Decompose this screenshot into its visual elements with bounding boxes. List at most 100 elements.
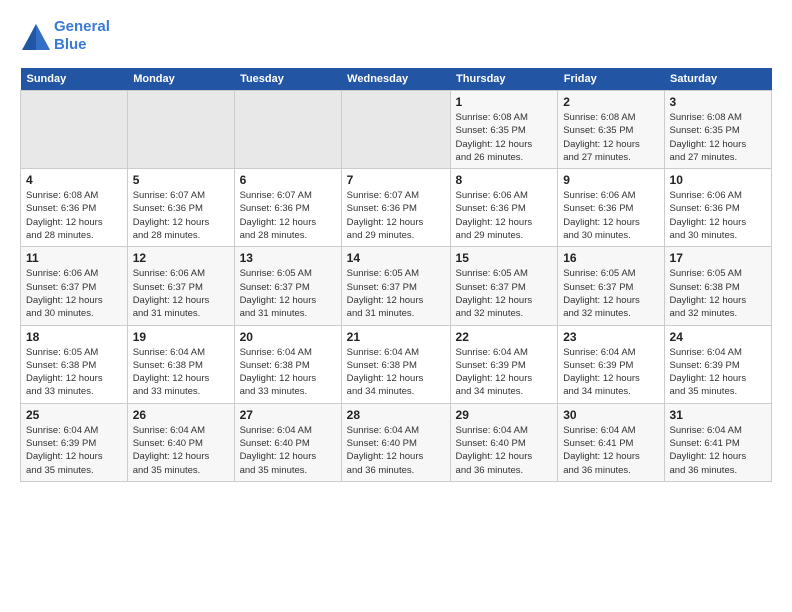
day-info: Sunrise: 6:04 AMSunset: 6:40 PMDaylight:…	[240, 424, 336, 477]
calendar-cell: 15 Sunrise: 6:05 AMSunset: 6:37 PMDayligh…	[450, 247, 558, 325]
day-info: Sunrise: 6:06 AMSunset: 6:36 PMDaylight:…	[456, 189, 553, 242]
calendar-cell: 18 Sunrise: 6:05 AMSunset: 6:38 PMDayligh…	[21, 325, 128, 403]
day-number: 14	[347, 251, 445, 265]
header: General Blue	[20, 18, 772, 54]
day-number: 12	[133, 251, 229, 265]
calendar-cell: 3 Sunrise: 6:08 AMSunset: 6:35 PMDaylight…	[664, 91, 771, 169]
day-info: Sunrise: 6:07 AMSunset: 6:36 PMDaylight:…	[133, 189, 229, 242]
day-info: Sunrise: 6:04 AMSunset: 6:41 PMDaylight:…	[670, 424, 766, 477]
week-row-5: 25Sunrise: 6:04 AMSunset: 6:39 PMDayligh…	[21, 403, 772, 481]
day-number: 17	[670, 251, 766, 265]
calendar-cell: 20Sunrise: 6:04 AMSunset: 6:38 PMDayligh…	[234, 325, 341, 403]
day-number: 4	[26, 173, 122, 187]
calendar-cell: 25Sunrise: 6:04 AMSunset: 6:39 PMDayligh…	[21, 403, 128, 481]
calendar-cell: 5 Sunrise: 6:07 AMSunset: 6:36 PMDaylight…	[127, 169, 234, 247]
day-info: Sunrise: 6:05 AMSunset: 6:38 PMDaylight:…	[670, 267, 766, 320]
calendar-header-row: SundayMondayTuesdayWednesdayThursdayFrid…	[21, 68, 772, 91]
calendar-cell: 17 Sunrise: 6:05 AMSunset: 6:38 PMDayligh…	[664, 247, 771, 325]
day-info: Sunrise: 6:05 AMSunset: 6:37 PMDaylight:…	[456, 267, 553, 320]
day-info: Sunrise: 6:08 AMSunset: 6:35 PMDaylight:…	[456, 111, 553, 164]
calendar-cell: 30Sunrise: 6:04 AMSunset: 6:41 PMDayligh…	[558, 403, 664, 481]
day-info: Sunrise: 6:04 AMSunset: 6:38 PMDaylight:…	[133, 346, 229, 399]
week-row-3: 11Sunrise: 6:06 AMSunset: 6:37 PMDayligh…	[21, 247, 772, 325]
logo-line2: Blue	[54, 36, 87, 53]
calendar-cell: 6 Sunrise: 6:07 AMSunset: 6:36 PMDaylight…	[234, 169, 341, 247]
calendar-cell	[127, 91, 234, 169]
day-info: Sunrise: 6:04 AMSunset: 6:38 PMDaylight:…	[347, 346, 445, 399]
day-number: 13	[240, 251, 336, 265]
logo-line1: General	[54, 18, 110, 35]
calendar-cell: 23 Sunrise: 6:04 AMSunset: 6:39 PMDayligh…	[558, 325, 664, 403]
day-header-monday: Monday	[127, 68, 234, 91]
calendar-cell: 1 Sunrise: 6:08 AMSunset: 6:35 PMDaylight…	[450, 91, 558, 169]
calendar-cell: 14 Sunrise: 6:05 AMSunset: 6:37 PMDayligh…	[341, 247, 450, 325]
day-number: 16	[563, 251, 658, 265]
calendar-cell: 26 Sunrise: 6:04 AMSunset: 6:40 PMDayligh…	[127, 403, 234, 481]
calendar-cell: 9 Sunrise: 6:06 AMSunset: 6:36 PMDaylight…	[558, 169, 664, 247]
logo-icon	[20, 22, 50, 50]
week-row-4: 18 Sunrise: 6:05 AMSunset: 6:38 PMDayligh…	[21, 325, 772, 403]
day-number: 9	[563, 173, 658, 187]
day-number: 6	[240, 173, 336, 187]
calendar-cell: 27 Sunrise: 6:04 AMSunset: 6:40 PMDayligh…	[234, 403, 341, 481]
day-info: Sunrise: 6:04 AMSunset: 6:38 PMDaylight:…	[240, 346, 336, 399]
day-header-friday: Friday	[558, 68, 664, 91]
day-number: 24	[670, 330, 766, 344]
day-header-tuesday: Tuesday	[234, 68, 341, 91]
calendar-cell	[234, 91, 341, 169]
day-header-thursday: Thursday	[450, 68, 558, 91]
day-number: 27	[240, 408, 336, 422]
day-number: 8	[456, 173, 553, 187]
logo-text: General Blue	[54, 18, 110, 54]
calendar-cell: 21 Sunrise: 6:04 AMSunset: 6:38 PMDayligh…	[341, 325, 450, 403]
calendar-cell: 10 Sunrise: 6:06 AMSunset: 6:36 PMDayligh…	[664, 169, 771, 247]
day-info: Sunrise: 6:04 AMSunset: 6:39 PMDaylight:…	[563, 346, 658, 399]
calendar-cell: 19Sunrise: 6:04 AMSunset: 6:38 PMDayligh…	[127, 325, 234, 403]
calendar-cell: 11Sunrise: 6:06 AMSunset: 6:37 PMDayligh…	[21, 247, 128, 325]
day-info: Sunrise: 6:04 AMSunset: 6:39 PMDaylight:…	[456, 346, 553, 399]
day-info: Sunrise: 6:07 AMSunset: 6:36 PMDaylight:…	[240, 189, 336, 242]
calendar-cell: 8 Sunrise: 6:06 AMSunset: 6:36 PMDaylight…	[450, 169, 558, 247]
calendar-cell: 22Sunrise: 6:04 AMSunset: 6:39 PMDayligh…	[450, 325, 558, 403]
day-info: Sunrise: 6:06 AMSunset: 6:36 PMDaylight:…	[563, 189, 658, 242]
day-number: 26	[133, 408, 229, 422]
day-number: 30	[563, 408, 658, 422]
day-info: Sunrise: 6:05 AMSunset: 6:37 PMDaylight:…	[563, 267, 658, 320]
day-info: Sunrise: 6:04 AMSunset: 6:40 PMDaylight:…	[133, 424, 229, 477]
day-number: 11	[26, 251, 122, 265]
calendar-cell: 28Sunrise: 6:04 AMSunset: 6:40 PMDayligh…	[341, 403, 450, 481]
day-number: 31	[670, 408, 766, 422]
day-info: Sunrise: 6:05 AMSunset: 6:38 PMDaylight:…	[26, 346, 122, 399]
week-row-1: 1 Sunrise: 6:08 AMSunset: 6:35 PMDaylight…	[21, 91, 772, 169]
day-number: 10	[670, 173, 766, 187]
day-number: 23	[563, 330, 658, 344]
logo: General Blue	[20, 18, 110, 54]
calendar-cell	[341, 91, 450, 169]
calendar-cell: 13Sunrise: 6:05 AMSunset: 6:37 PMDayligh…	[234, 247, 341, 325]
day-number: 5	[133, 173, 229, 187]
calendar-cell: 24Sunrise: 6:04 AMSunset: 6:39 PMDayligh…	[664, 325, 771, 403]
calendar-cell	[21, 91, 128, 169]
day-info: Sunrise: 6:07 AMSunset: 6:36 PMDaylight:…	[347, 189, 445, 242]
day-number: 1	[456, 95, 553, 109]
day-header-wednesday: Wednesday	[341, 68, 450, 91]
day-info: Sunrise: 6:05 AMSunset: 6:37 PMDaylight:…	[347, 267, 445, 320]
calendar-cell: 12Sunrise: 6:06 AMSunset: 6:37 PMDayligh…	[127, 247, 234, 325]
day-number: 18	[26, 330, 122, 344]
day-number: 3	[670, 95, 766, 109]
calendar-body: 1 Sunrise: 6:08 AMSunset: 6:35 PMDaylight…	[21, 91, 772, 482]
day-info: Sunrise: 6:08 AMSunset: 6:36 PMDaylight:…	[26, 189, 122, 242]
calendar-cell: 29Sunrise: 6:04 AMSunset: 6:40 PMDayligh…	[450, 403, 558, 481]
day-info: Sunrise: 6:06 AMSunset: 6:36 PMDaylight:…	[670, 189, 766, 242]
calendar-cell: 4 Sunrise: 6:08 AMSunset: 6:36 PMDaylight…	[21, 169, 128, 247]
day-info: Sunrise: 6:08 AMSunset: 6:35 PMDaylight:…	[670, 111, 766, 164]
day-info: Sunrise: 6:04 AMSunset: 6:40 PMDaylight:…	[347, 424, 445, 477]
day-number: 2	[563, 95, 658, 109]
day-number: 21	[347, 330, 445, 344]
day-number: 7	[347, 173, 445, 187]
calendar-page: General Blue SundayMondayTuesdayWednesda…	[0, 0, 792, 500]
calendar-cell: 16 Sunrise: 6:05 AMSunset: 6:37 PMDayligh…	[558, 247, 664, 325]
day-info: Sunrise: 6:04 AMSunset: 6:39 PMDaylight:…	[26, 424, 122, 477]
day-number: 15	[456, 251, 553, 265]
calendar-table: SundayMondayTuesdayWednesdayThursdayFrid…	[20, 68, 772, 482]
